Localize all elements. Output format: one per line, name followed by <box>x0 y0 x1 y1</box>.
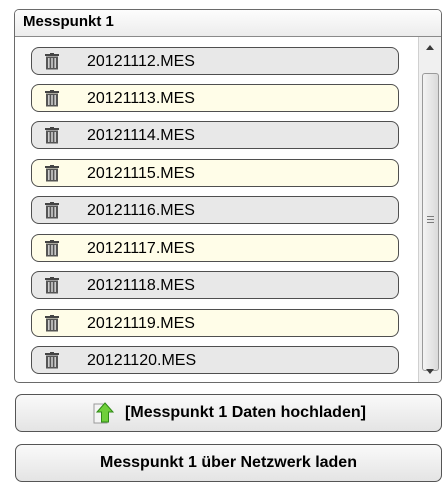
trash-icon[interactable] <box>44 90 60 107</box>
vertical-scrollbar[interactable] <box>418 37 441 382</box>
upload-button-label: [Messpunkt 1 Daten hochladen] <box>125 404 366 421</box>
file-name: 20121118.MES <box>87 277 195 294</box>
upload-data-button[interactable]: [Messpunkt 1 Daten hochladen] <box>15 394 442 432</box>
load-via-network-button[interactable]: Messpunkt 1 über Netzwerk laden <box>15 444 442 482</box>
file-name: 20121114.MES <box>87 127 195 144</box>
scroll-down-arrow-icon[interactable] <box>419 362 441 380</box>
measurement-panel: Messpunkt 1 20121112.MES 20121113.MES 20… <box>14 9 442 383</box>
file-item[interactable]: 20121116.MES <box>31 196 399 224</box>
file-name: 20121120.MES <box>87 352 197 369</box>
file-name: 20121113.MES <box>87 90 195 107</box>
file-name: 20121117.MES <box>87 240 195 257</box>
thumb-grip <box>427 216 434 217</box>
panel-title: Messpunkt 1 <box>15 10 441 37</box>
file-item[interactable]: 20121115.MES <box>31 159 399 187</box>
upload-arrow-icon <box>93 402 115 424</box>
trash-icon[interactable] <box>44 127 60 144</box>
thumb-grip <box>427 222 434 223</box>
scrollbar-thumb[interactable] <box>422 73 439 371</box>
trash-icon[interactable] <box>44 202 60 219</box>
trash-icon[interactable] <box>44 53 60 70</box>
trash-icon[interactable] <box>44 315 60 332</box>
network-button-label: Messpunkt 1 über Netzwerk laden <box>100 454 357 471</box>
file-name: 20121115.MES <box>87 165 195 182</box>
trash-icon[interactable] <box>44 352 60 369</box>
trash-icon[interactable] <box>44 277 60 294</box>
scroll-up-arrow-icon[interactable] <box>419 39 441 57</box>
file-name: 20121112.MES <box>87 53 195 70</box>
file-item[interactable]: 20121118.MES <box>31 271 399 299</box>
file-item[interactable]: 20121113.MES <box>31 84 399 112</box>
file-item[interactable]: 20121112.MES <box>31 47 399 75</box>
file-item[interactable]: 20121117.MES <box>31 234 399 262</box>
file-item[interactable]: 20121114.MES <box>31 121 399 149</box>
file-item[interactable]: 20121120.MES <box>31 346 399 374</box>
file-name: 20121116.MES <box>87 202 195 219</box>
file-item[interactable]: 20121119.MES <box>31 309 399 337</box>
file-list: 20121112.MES 20121113.MES 20121114.MES 2… <box>15 37 419 382</box>
thumb-grip <box>427 219 434 220</box>
trash-icon[interactable] <box>44 165 60 182</box>
file-name: 20121119.MES <box>87 315 195 332</box>
trash-icon[interactable] <box>44 240 60 257</box>
